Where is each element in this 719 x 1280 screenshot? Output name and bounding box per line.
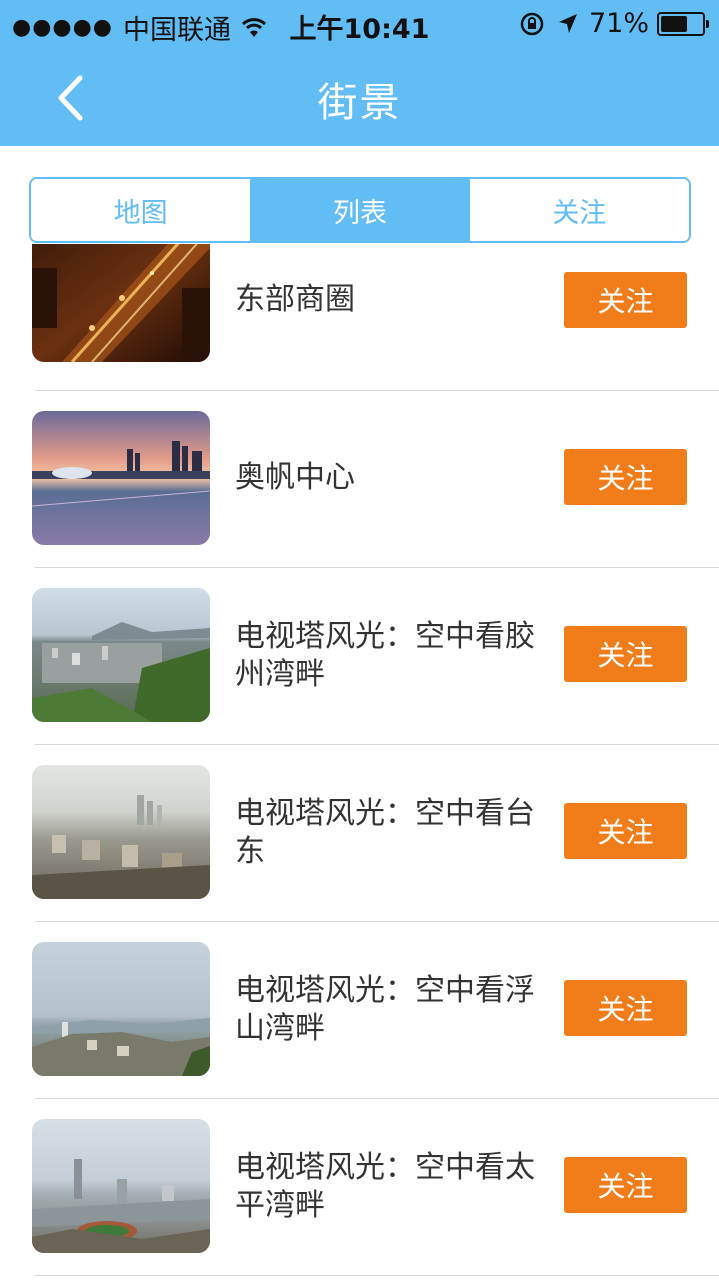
follow-button[interactable]: 关注 xyxy=(564,980,687,1036)
thumbnail-image xyxy=(32,588,210,722)
thumbnail-image xyxy=(32,765,210,899)
item-title: 电视塔风光：空中看台东 xyxy=(235,796,535,869)
view-segmented-control: 地图 列表 关注 xyxy=(29,177,691,243)
list-item[interactable]: 东部商圈 关注 xyxy=(0,244,719,377)
battery-percent: 71% xyxy=(588,8,649,39)
divider xyxy=(35,1275,719,1276)
battery-icon xyxy=(657,11,709,36)
item-title: 电视塔风光：空中看胶州湾畔 xyxy=(235,619,535,692)
thumbnail-image xyxy=(32,411,210,545)
status-bar: ●●●●● 中国联通 上午10:41 71% xyxy=(0,0,719,50)
tab-follow[interactable]: 关注 xyxy=(469,179,689,241)
nav-bar: 街景 xyxy=(0,50,719,146)
thumbnail-image xyxy=(32,942,210,1076)
thumbnail-image xyxy=(32,244,210,362)
list-item[interactable]: 奥帆中心 关注 xyxy=(0,391,719,568)
rotation-lock-icon xyxy=(520,12,544,35)
list-item[interactable]: 电视塔风光：空中看太平湾畔 关注 xyxy=(0,1099,719,1276)
header-bar: ●●●●● 中国联通 上午10:41 71% 街景 xyxy=(0,0,719,146)
item-title: 东部商圈 xyxy=(235,282,355,317)
item-title: 奥帆中心 xyxy=(235,460,355,495)
item-title: 电视塔风光：空中看太平湾畔 xyxy=(235,1150,535,1223)
status-right: 71% xyxy=(519,8,709,39)
follow-button[interactable]: 关注 xyxy=(564,272,687,328)
list-item[interactable]: 电视塔风光：空中看浮山湾畔 关注 xyxy=(0,922,719,1099)
item-title: 电视塔风光：空中看浮山湾畔 xyxy=(235,973,535,1046)
thumbnail-image xyxy=(32,1119,210,1253)
tab-map[interactable]: 地图 xyxy=(31,179,251,241)
tab-list[interactable]: 列表 xyxy=(250,179,470,241)
battery-fill xyxy=(661,15,687,32)
follow-button[interactable]: 关注 xyxy=(564,1157,687,1213)
follow-button[interactable]: 关注 xyxy=(564,803,687,859)
follow-button[interactable]: 关注 xyxy=(564,626,687,682)
list-item[interactable]: 电视塔风光：空中看胶州湾畔 关注 xyxy=(0,568,719,745)
list-item[interactable]: 电视塔风光：空中看台东 关注 xyxy=(0,745,719,922)
location-arrow-icon xyxy=(558,13,577,33)
page-title: 街景 xyxy=(317,80,402,126)
follow-button[interactable]: 关注 xyxy=(564,449,687,505)
street-view-list: 东部商圈 关注 奥帆中心 关注 电视塔风光：空中看胶州湾畔 关注 电视塔风光：空… xyxy=(0,244,719,1280)
